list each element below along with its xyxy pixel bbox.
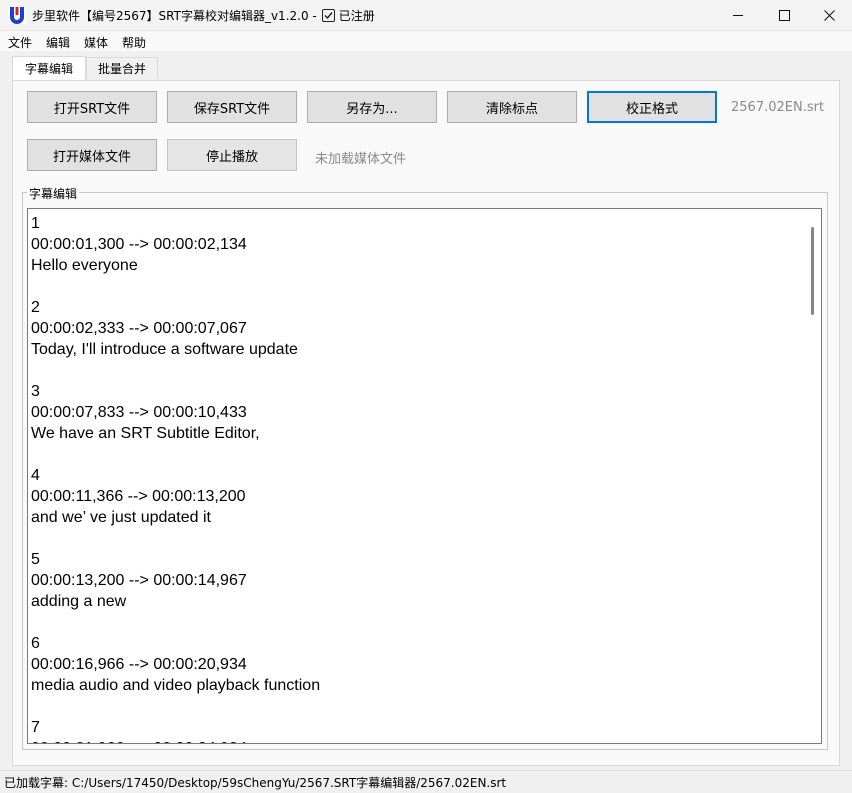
editor-line: adding a new	[31, 593, 127, 610]
checkbox-icon	[321, 9, 335, 22]
maximize-button[interactable]	[761, 0, 807, 30]
editor-line: 3	[31, 383, 40, 400]
editor-line: 00:00:02,333 --> 00:00:07,067	[31, 320, 247, 337]
minimize-icon	[732, 14, 743, 16]
editor-line: 00:00:01,300 --> 00:00:02,134	[31, 236, 247, 253]
status-text: 已加载字幕: C:/Users/17450/Desktop/59sChengYu…	[4, 776, 507, 790]
editor-line: 1	[31, 215, 40, 232]
close-button[interactable]	[806, 0, 852, 30]
subtitle-text-content[interactable]: 1 00:00:01,300 --> 00:00:02,134 Hello ever…	[28, 209, 804, 743]
clear-punctuation-button[interactable]: 清除标点	[447, 91, 577, 123]
status-bar: 已加载字幕: C:/Users/17450/Desktop/59sChengYu…	[0, 770, 852, 793]
editor-line: 5	[31, 551, 40, 568]
current-file-label: 2567.02EN.srt	[731, 100, 825, 115]
editor-scrollbar[interactable]	[804, 208, 822, 744]
menu-help[interactable]: 帮助	[122, 34, 146, 51]
minimize-button[interactable]	[715, 0, 761, 30]
group-label: 字幕编辑	[27, 185, 80, 202]
title-bar: 步里软件【编号2567】SRT字幕校对编辑器_v1.2.0 - 已注册	[0, 0, 852, 31]
editor-line: 00:00:21,966 --> 00:00:24,934	[31, 738, 804, 743]
save-srt-button[interactable]: 保存SRT文件	[167, 91, 297, 123]
media-status-label: 未加载媒体文件	[315, 152, 407, 167]
fix-format-button[interactable]: 校正格式	[587, 91, 717, 123]
registered-label: 已注册	[338, 9, 375, 23]
editor-line: We have an SRT Subtitle Editor,	[31, 425, 260, 442]
close-icon	[823, 9, 835, 21]
editor-line: Hello everyone	[31, 257, 138, 274]
open-media-button[interactable]: 打开媒体文件	[27, 139, 157, 171]
window-title-text: 步里软件【编号2567】SRT字幕校对编辑器_v1.2.0 -	[32, 9, 317, 23]
editor-line: and we’ ve just updated it	[31, 509, 211, 526]
editor-line: 7	[31, 719, 40, 736]
app-logo-icon	[8, 6, 26, 24]
open-srt-button[interactable]: 打开SRT文件	[27, 91, 157, 123]
editor-line: 00:00:11,366 --> 00:00:13,200	[31, 488, 246, 505]
tab-subtitle-edit[interactable]: 字幕编辑	[12, 56, 86, 80]
editor-line: 6	[31, 635, 40, 652]
editor-line: 00:00:13,200 --> 00:00:14,967	[31, 572, 247, 589]
window-title: 步里软件【编号2567】SRT字幕校对编辑器_v1.2.0 - 已注册	[32, 7, 375, 24]
menu-media[interactable]: 媒体	[84, 34, 108, 51]
menu-bar: 文件 编辑 媒体 帮助	[0, 31, 852, 51]
editor-line: 00:00:16,966 --> 00:00:20,934	[31, 656, 247, 673]
subtitle-text-editor[interactable]: 1 00:00:01,300 --> 00:00:02,134 Hello ever…	[27, 208, 804, 744]
editor-line: 00:00:07,833 --> 00:00:10,433	[31, 404, 247, 421]
scrollbar-thumb[interactable]	[811, 227, 814, 315]
editor-line: media audio and video playback function	[31, 677, 321, 694]
menu-edit[interactable]: 编辑	[46, 34, 70, 51]
editor-line: 2	[31, 299, 40, 316]
editor-line: 4	[31, 467, 40, 484]
maximize-icon	[778, 9, 790, 21]
save-as-button[interactable]: 另存为...	[307, 91, 437, 123]
editor-line: Today, I'll introduce a software update	[31, 341, 298, 358]
menu-file[interactable]: 文件	[8, 34, 32, 51]
stop-playback-button[interactable]: 停止播放	[167, 139, 297, 171]
tab-batch-merge[interactable]: 批量合并	[86, 57, 158, 79]
